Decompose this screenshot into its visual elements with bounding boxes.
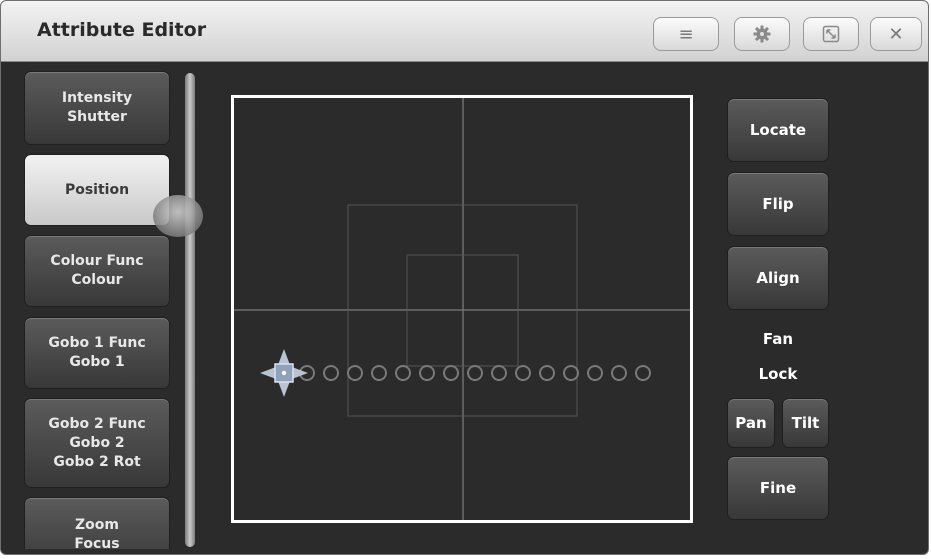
fixture-marker[interactable]	[539, 365, 555, 381]
attribute-group-label: Focus	[74, 536, 120, 549]
pan-lock-button[interactable]: Pan	[727, 398, 775, 448]
fixture-marker[interactable]	[635, 365, 651, 381]
fixture-marker[interactable]	[611, 365, 627, 381]
attribute-group-gobo1[interactable]: Gobo 1 Func Gobo 1	[24, 317, 170, 389]
tilt-lock-button[interactable]: Tilt	[782, 398, 829, 448]
fixture-marker[interactable]	[419, 365, 435, 381]
fixture-markers	[299, 365, 651, 381]
scrollbar-thumb[interactable]	[153, 195, 203, 237]
scrollbar-track[interactable]	[185, 73, 195, 547]
fixture-marker[interactable]	[395, 365, 411, 381]
attribute-group-gobo2[interactable]: Gobo 2 Func Gobo 2 Gobo 2 Rot	[24, 398, 170, 488]
position-grid-canvas	[234, 98, 690, 520]
align-button[interactable]: Align	[727, 246, 829, 310]
attribute-group-label: Gobo 2 Rot	[53, 453, 141, 470]
fixture-marker[interactable]	[563, 365, 579, 381]
attribute-group-zoom-focus[interactable]: Zoom Focus	[24, 497, 170, 549]
menu-button[interactable]: ≡	[653, 17, 719, 51]
fixture-marker[interactable]	[587, 365, 603, 381]
attribute-group-list[interactable]: Intensity Shutter Position Colour Func C…	[10, 69, 178, 549]
attribute-group-colour[interactable]: Colour Func Colour	[24, 235, 170, 307]
attribute-editor-window: Attribute Editor ≡ ✕ Intensity Shutter P…	[0, 0, 929, 555]
fixture-marker[interactable]	[371, 365, 387, 381]
fixture-marker[interactable]	[347, 365, 363, 381]
attribute-group-label: Colour Func	[50, 253, 144, 269]
attribute-group-label: Position	[64, 181, 130, 198]
close-icon: ✕	[888, 23, 904, 45]
flip-button[interactable]: Flip	[727, 172, 829, 236]
attribute-group-intensity[interactable]: Intensity Shutter	[24, 71, 170, 145]
attribute-group-label: Shutter	[67, 109, 127, 125]
attribute-group-label: Zoom	[75, 517, 119, 533]
fixture-marker[interactable]	[323, 365, 339, 381]
attribute-group-label: Gobo 2 Func	[48, 415, 146, 432]
attribute-group-label: Gobo 2	[69, 434, 125, 451]
resize-button[interactable]	[803, 17, 859, 51]
window-title: Attribute Editor	[37, 19, 207, 41]
gear-icon	[753, 25, 771, 43]
menu-icon: ≡	[678, 23, 694, 45]
close-button[interactable]: ✕	[870, 17, 922, 51]
fixture-marker[interactable]	[491, 365, 507, 381]
resize-icon	[822, 25, 840, 43]
attribute-group-position[interactable]: Position	[24, 154, 170, 226]
fixture-marker[interactable]	[515, 365, 531, 381]
fan-label: Fan	[762, 330, 794, 348]
lock-label: Lock	[758, 365, 798, 383]
position-grid[interactable]	[231, 95, 693, 523]
attribute-group-label: Gobo 1	[69, 354, 125, 370]
fine-button[interactable]: Fine	[727, 456, 829, 520]
attribute-group-label: Colour	[71, 272, 123, 288]
attribute-group-label: Gobo 1 Func	[48, 335, 146, 351]
locate-button[interactable]: Locate	[727, 98, 829, 162]
settings-button[interactable]	[734, 17, 790, 51]
title-bar: Attribute Editor ≡ ✕	[1, 1, 928, 62]
attribute-group-label: Intensity	[61, 90, 133, 106]
fixture-marker[interactable]	[443, 365, 459, 381]
fixture-marker[interactable]	[467, 365, 483, 381]
selected-fixture-marker[interactable]	[260, 349, 308, 397]
